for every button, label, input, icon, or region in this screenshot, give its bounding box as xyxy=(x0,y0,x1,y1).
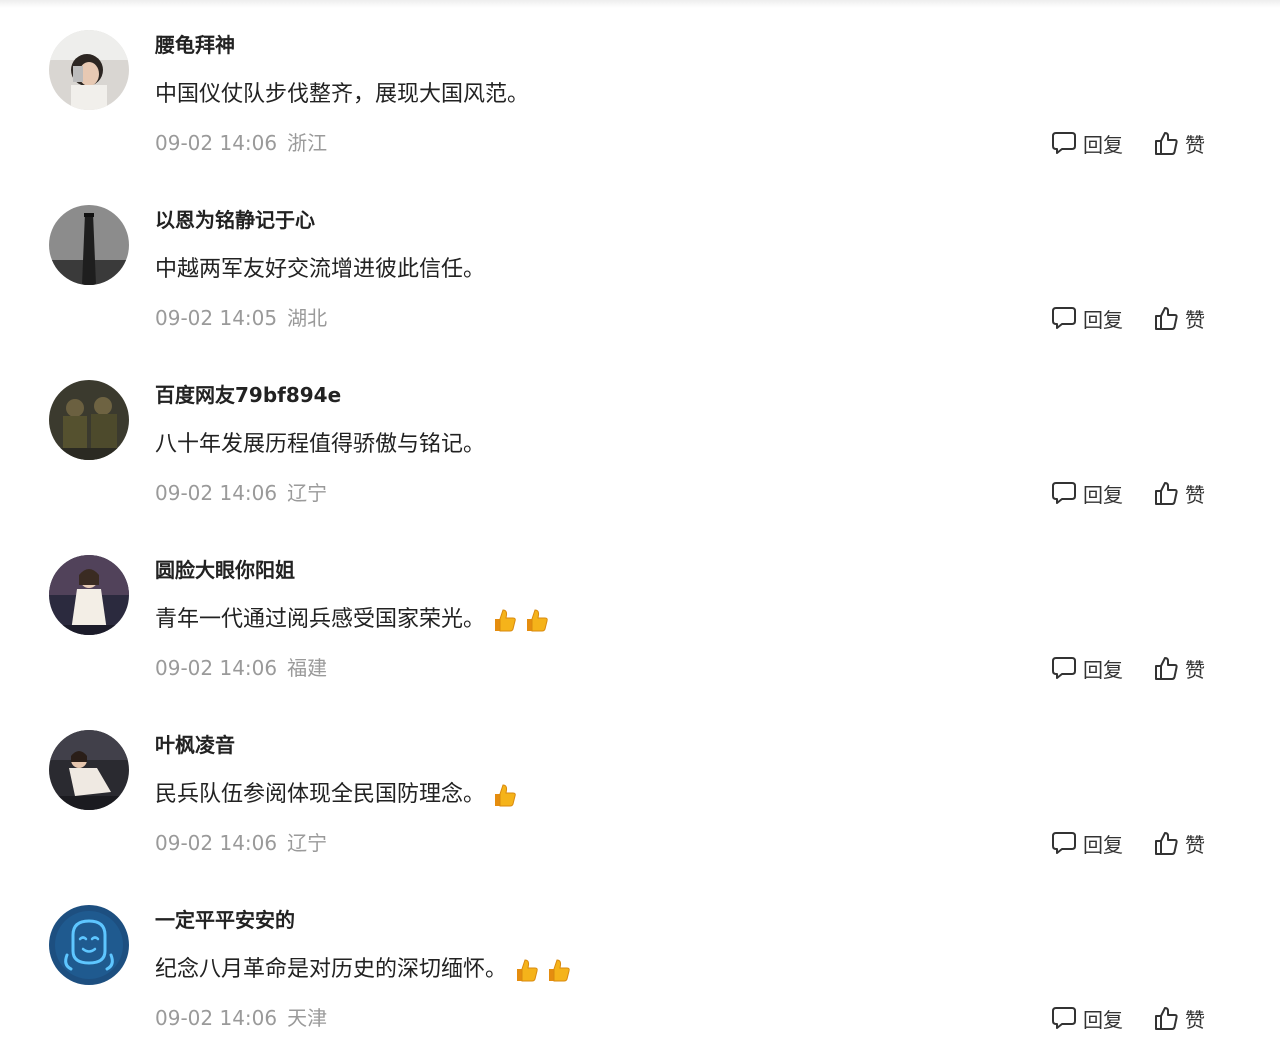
location: 辽宁 xyxy=(287,481,328,505)
comment-actions: 回复 赞 xyxy=(1051,827,1205,859)
reply-button[interactable]: 回复 xyxy=(1051,1004,1123,1033)
location: 天津 xyxy=(287,1006,328,1030)
like-label: 赞 xyxy=(1185,482,1205,507)
comment-text: 民兵队伍参阅体现全民国防理念。 xyxy=(155,778,517,812)
location: 福建 xyxy=(287,656,328,680)
comment-item: 腰龟拜神 中国仪仗队步伐整齐，展现大国风范。 09-02 14:06 浙江 回复 … xyxy=(0,0,1280,175)
comment-bubble-icon xyxy=(1051,305,1077,331)
timestamp: 09-02 14:06 xyxy=(155,831,278,855)
username[interactable]: 一定平平安安的 xyxy=(155,906,295,934)
comment-item: 圆脸大眼你阳姐 青年一代通过阅兵感受国家荣光。 09-02 14:06 福建 回复… xyxy=(0,525,1280,700)
thumbs-up-emoji-icon xyxy=(523,607,549,633)
comment-meta: 09-02 14:06 福建 xyxy=(155,653,327,683)
like-label: 赞 xyxy=(1185,307,1205,332)
avatar[interactable] xyxy=(49,380,129,460)
comment-item: 一定平平安安的 纪念八月革命是对历史的深切缅怀。 09-02 14:06 天津 回… xyxy=(0,875,1280,1050)
comment-text: 八十年发展历程值得骄傲与铭记。 xyxy=(155,428,485,462)
like-label: 赞 xyxy=(1185,1007,1205,1032)
comment-text: 青年一代通过阅兵感受国家荣光。 xyxy=(155,603,549,637)
location: 浙江 xyxy=(287,131,328,155)
comment-item: 以恩为铭静记于心 中越两军友好交流增进彼此信任。 09-02 14:05 湖北 回… xyxy=(0,175,1280,350)
thumbs-up-icon xyxy=(1153,305,1179,331)
comment-bubble-icon xyxy=(1051,130,1077,156)
like-button[interactable]: 赞 xyxy=(1153,479,1205,508)
reply-label: 回复 xyxy=(1083,307,1123,332)
thumbs-up-icon xyxy=(1153,655,1179,681)
location: 湖北 xyxy=(287,306,328,330)
comment-meta: 09-02 14:06 天津 xyxy=(155,1003,327,1033)
reply-label: 回复 xyxy=(1083,132,1123,157)
thumbs-up-icon xyxy=(1153,830,1179,856)
comment-actions: 回复 赞 xyxy=(1051,1002,1205,1034)
thumbs-up-icon xyxy=(1153,130,1179,156)
comment-item: 百度网友79bf894e 八十年发展历程值得骄傲与铭记。 09-02 14:06… xyxy=(0,350,1280,525)
reply-button[interactable]: 回复 xyxy=(1051,304,1123,333)
avatar[interactable] xyxy=(49,730,129,810)
like-button[interactable]: 赞 xyxy=(1153,654,1205,683)
comment-item: 叶枫凌音 民兵队伍参阅体现全民国防理念。 09-02 14:06 辽宁 回复 赞 xyxy=(0,700,1280,875)
username[interactable]: 以恩为铭静记于心 xyxy=(155,206,315,234)
username[interactable]: 叶枫凌音 xyxy=(155,731,235,759)
like-button[interactable]: 赞 xyxy=(1153,1004,1205,1033)
avatar[interactable] xyxy=(49,555,129,635)
thumbs-up-icon xyxy=(1153,480,1179,506)
thumbs-up-emoji-icon xyxy=(513,957,539,983)
comment-meta: 09-02 14:06 辽宁 xyxy=(155,828,327,858)
avatar[interactable] xyxy=(49,30,129,110)
reply-label: 回复 xyxy=(1083,657,1123,682)
comment-meta: 09-02 14:06 辽宁 xyxy=(155,478,327,508)
comment-meta: 09-02 14:05 湖北 xyxy=(155,303,327,333)
reply-button[interactable]: 回复 xyxy=(1051,129,1123,158)
timestamp: 09-02 14:06 xyxy=(155,481,278,505)
like-label: 赞 xyxy=(1185,657,1205,682)
comment-text-body: 八十年发展历程值得骄傲与铭记。 xyxy=(155,432,486,457)
comment-bubble-icon xyxy=(1051,1005,1077,1031)
comment-text-body: 中越两军友好交流增进彼此信任。 xyxy=(155,257,486,282)
avatar[interactable] xyxy=(49,205,129,285)
reply-button[interactable]: 回复 xyxy=(1051,829,1123,858)
location: 辽宁 xyxy=(287,831,328,855)
username[interactable]: 百度网友79bf894e xyxy=(155,381,341,409)
comment-list-page: 腰龟拜神 中国仪仗队步伐整齐，展现大国风范。 09-02 14:06 浙江 回复 … xyxy=(0,0,1280,1057)
avatar[interactable] xyxy=(49,905,129,985)
comment-text: 中越两军友好交流增进彼此信任。 xyxy=(155,253,485,287)
timestamp: 09-02 14:05 xyxy=(155,306,278,330)
comment-bubble-icon xyxy=(1051,830,1077,856)
comment-text-body: 青年一代通过阅兵感受国家荣光。 xyxy=(155,607,486,632)
comment-text-body: 中国仪仗队步伐整齐，展现大国风范。 xyxy=(155,82,530,107)
comment-actions: 回复 赞 xyxy=(1051,652,1205,684)
like-label: 赞 xyxy=(1185,132,1205,157)
like-label: 赞 xyxy=(1185,832,1205,857)
comment-bubble-icon xyxy=(1051,655,1077,681)
comment-actions: 回复 赞 xyxy=(1051,477,1205,509)
username[interactable]: 腰龟拜神 xyxy=(155,31,235,59)
timestamp: 09-02 14:06 xyxy=(155,1006,278,1030)
comment-meta: 09-02 14:06 浙江 xyxy=(155,128,327,158)
comment-text: 纪念八月革命是对历史的深切缅怀。 xyxy=(155,953,571,987)
reply-label: 回复 xyxy=(1083,1007,1123,1032)
username[interactable]: 圆脸大眼你阳姐 xyxy=(155,556,295,584)
like-button[interactable]: 赞 xyxy=(1153,829,1205,858)
thumbs-up-emoji-icon xyxy=(545,957,571,983)
like-button[interactable]: 赞 xyxy=(1153,129,1205,158)
comment-text-body: 纪念八月革命是对历史的深切缅怀。 xyxy=(155,957,508,982)
thumbs-up-emoji-icon xyxy=(491,607,517,633)
timestamp: 09-02 14:06 xyxy=(155,656,278,680)
thumbs-up-icon xyxy=(1153,1005,1179,1031)
thumbs-up-emoji-icon xyxy=(491,782,517,808)
comment-actions: 回复 赞 xyxy=(1051,302,1205,334)
comment-actions: 回复 赞 xyxy=(1051,127,1205,159)
timestamp: 09-02 14:06 xyxy=(155,131,278,155)
comment-text-body: 民兵队伍参阅体现全民国防理念。 xyxy=(155,782,486,807)
reply-label: 回复 xyxy=(1083,832,1123,857)
reply-button[interactable]: 回复 xyxy=(1051,479,1123,508)
like-button[interactable]: 赞 xyxy=(1153,304,1205,333)
reply-button[interactable]: 回复 xyxy=(1051,654,1123,683)
comment-text: 中国仪仗队步伐整齐，展现大国风范。 xyxy=(155,78,529,112)
reply-label: 回复 xyxy=(1083,482,1123,507)
comment-bubble-icon xyxy=(1051,480,1077,506)
